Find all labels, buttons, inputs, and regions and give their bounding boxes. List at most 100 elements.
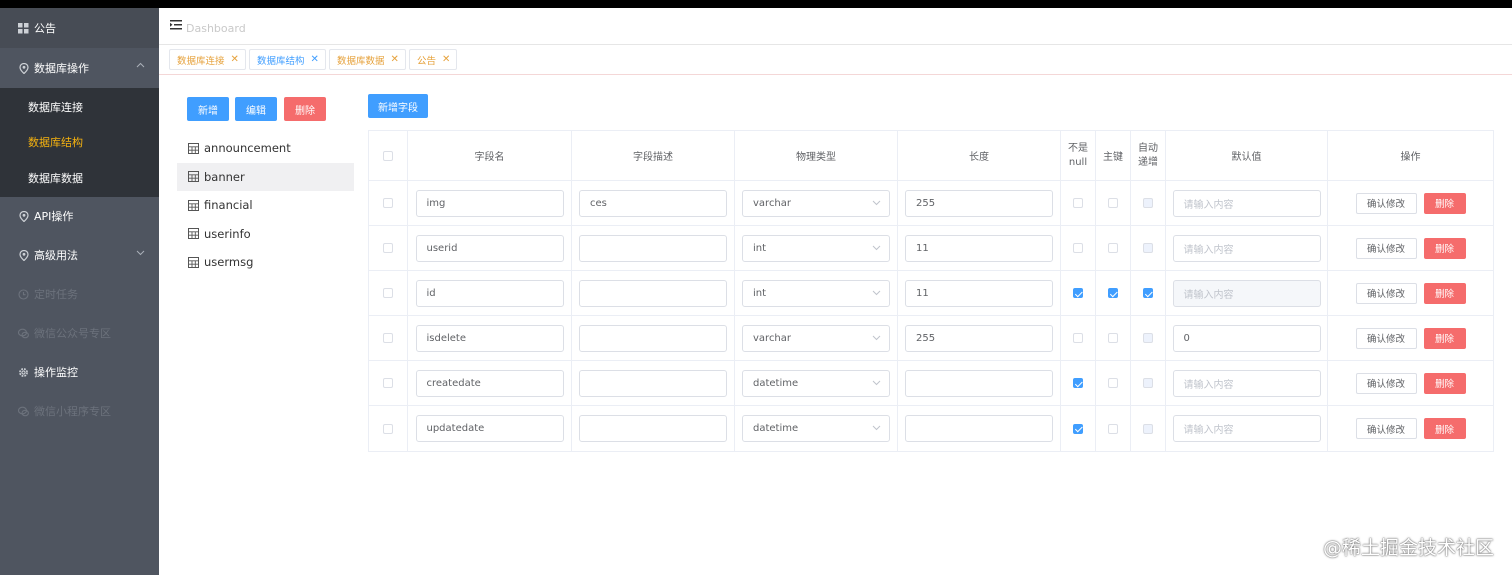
default-value-input[interactable]: 请输入内容 (1172, 415, 1321, 442)
sidebar-item-announcement[interactable]: 公告 (0, 8, 159, 48)
tab-db-structure[interactable]: 数据库结构 ✕ (249, 49, 326, 70)
sidebar-item-2[interactable]: 定时任务 (0, 275, 159, 314)
field-desc-cell (572, 406, 735, 451)
close-icon[interactable]: ✕ (391, 54, 399, 65)
tab-announcement[interactable]: 公告 ✕ (409, 49, 458, 70)
table-list-item[interactable]: announcement (177, 134, 354, 163)
field-length-input[interactable]: 11 (905, 279, 1053, 307)
field-desc-input[interactable] (579, 415, 727, 442)
default-value-input[interactable]: 请输入内容 (1172, 189, 1321, 217)
delete-field-button[interactable]: 删除 (1423, 282, 1466, 304)
row-select-checkbox[interactable] (383, 378, 393, 388)
close-icon[interactable]: ✕ (311, 54, 319, 65)
tab-db-connection[interactable]: 数据库连接 ✕ (169, 49, 246, 70)
add-field-button[interactable]: 新增字段 (368, 94, 428, 118)
select-all-checkbox[interactable] (383, 150, 393, 161)
tab-db-data[interactable]: 数据库数据 ✕ (329, 49, 406, 70)
sidebar-item-db-structure[interactable]: 数据库结构 (0, 125, 159, 161)
field-name-input[interactable]: createdate (415, 369, 564, 397)
confirm-edit-button[interactable]: 确认修改 (1355, 327, 1417, 349)
field-desc-input[interactable] (579, 279, 727, 307)
confirm-edit-button[interactable]: 确认修改 (1355, 192, 1417, 214)
row-select-checkbox[interactable] (383, 423, 393, 434)
table-list-item[interactable]: userinfo (177, 220, 354, 249)
field-desc-input[interactable]: ces (579, 189, 727, 217)
field-type-select[interactable]: varchar (742, 189, 890, 217)
field-name-input[interactable]: isdelete (415, 324, 564, 352)
not-null-checkbox[interactable] (1073, 288, 1083, 298)
field-name-input[interactable]: img (415, 189, 564, 217)
primary-key-checkbox[interactable] (1108, 333, 1118, 343)
pk-cell (1096, 361, 1131, 405)
sidebar-item-3[interactable]: 微信公众号专区 (0, 314, 159, 353)
default-value-input[interactable]: 请输入内容 (1172, 234, 1321, 262)
field-type-select[interactable]: int (742, 279, 890, 307)
field-desc-input[interactable] (579, 234, 727, 262)
row-select-checkbox[interactable] (383, 243, 393, 253)
table-icon (188, 199, 199, 211)
not-null-checkbox[interactable] (1073, 333, 1083, 343)
sidebar-item-db-ops[interactable]: 数据库操作 (0, 48, 159, 88)
row-select-checkbox[interactable] (383, 198, 393, 208)
confirm-edit-button[interactable]: 确认修改 (1355, 372, 1417, 394)
sidebar-item-db-data[interactable]: 数据库数据 (0, 160, 159, 196)
sidebar-item-db-connection[interactable]: 数据库连接 (0, 89, 159, 125)
primary-key-checkbox[interactable] (1108, 198, 1118, 208)
field-desc-input[interactable] (579, 324, 727, 352)
add-table-button[interactable]: 新增 (187, 97, 229, 121)
delete-table-button[interactable]: 删除 (284, 97, 326, 121)
confirm-edit-button[interactable]: 确认修改 (1355, 237, 1417, 259)
location-icon (18, 249, 29, 261)
field-name-input[interactable]: id (415, 279, 564, 307)
menu-fold-icon[interactable] (170, 19, 182, 31)
field-type-select[interactable]: datetime (742, 415, 890, 442)
primary-key-checkbox[interactable] (1108, 378, 1118, 388)
table-list-item[interactable]: banner (177, 162, 354, 191)
delete-field-button[interactable]: 删除 (1423, 327, 1466, 349)
edit-table-button[interactable]: 编辑 (235, 97, 277, 121)
sidebar-item-1[interactable]: 高级用法 (0, 236, 159, 275)
delete-field-button[interactable]: 删除 (1423, 418, 1466, 439)
field-desc-input[interactable] (579, 369, 727, 397)
sidebar-item-5[interactable]: 微信小程序专区 (0, 392, 159, 431)
primary-key-checkbox[interactable] (1108, 288, 1118, 298)
primary-key-checkbox[interactable] (1108, 423, 1118, 434)
field-length-input[interactable]: 11 (905, 234, 1053, 262)
delete-field-button[interactable]: 删除 (1423, 192, 1466, 214)
not-null-checkbox[interactable] (1073, 198, 1083, 208)
not-null-checkbox[interactable] (1073, 423, 1083, 434)
breadcrumb[interactable]: Dashboard (186, 22, 246, 35)
table-row: userid int 11 请输入内容 确认修改 删除 (369, 226, 1493, 271)
field-type-select[interactable]: varchar (742, 324, 890, 352)
primary-key-checkbox[interactable] (1108, 243, 1118, 253)
default-value-input[interactable]: 0 (1172, 324, 1321, 352)
not-null-checkbox[interactable] (1073, 243, 1083, 253)
table-list-item[interactable]: usermsg (177, 248, 354, 277)
field-length-cell: 11 (898, 271, 1061, 315)
row-select-checkbox[interactable] (383, 333, 393, 343)
field-length-input[interactable]: 255 (905, 324, 1053, 352)
field-type-select[interactable]: int (742, 234, 890, 262)
field-name-input[interactable]: updatedate (415, 415, 564, 442)
not-null-checkbox[interactable] (1073, 378, 1083, 388)
default-value-input[interactable]: 请输入内容 (1172, 369, 1321, 397)
field-name-input[interactable]: userid (415, 234, 564, 262)
sidebar-item-label: 微信小程序专区 (34, 405, 111, 418)
delete-field-button[interactable]: 删除 (1423, 372, 1466, 394)
field-name-cell: isdelete (408, 316, 572, 360)
field-length-input[interactable] (905, 415, 1053, 442)
sidebar-item-0[interactable]: API操作 (0, 197, 159, 236)
close-icon[interactable]: ✕ (442, 54, 450, 65)
sidebar-submenu-db: 数据库连接 数据库结构 数据库数据 (0, 88, 159, 197)
sidebar-item-4[interactable]: 操作监控 (0, 353, 159, 392)
table-list-item[interactable]: financial (177, 191, 354, 220)
confirm-edit-button[interactable]: 确认修改 (1355, 418, 1417, 439)
field-length-input[interactable]: 255 (905, 189, 1053, 217)
auto-increment-checkbox[interactable] (1143, 288, 1153, 298)
confirm-edit-button[interactable]: 确认修改 (1355, 282, 1417, 304)
close-icon[interactable]: ✕ (231, 54, 239, 65)
field-type-select[interactable]: datetime (742, 369, 890, 397)
field-length-input[interactable] (905, 369, 1053, 397)
delete-field-button[interactable]: 删除 (1423, 237, 1466, 259)
row-select-checkbox[interactable] (383, 288, 393, 298)
